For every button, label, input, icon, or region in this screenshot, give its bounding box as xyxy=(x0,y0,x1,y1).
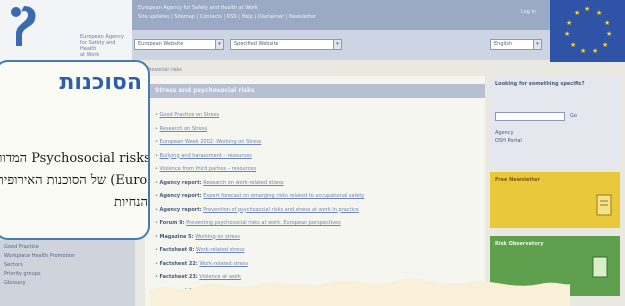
list-item-link[interactable]: European Week 2002: Working on Stress xyxy=(160,139,262,145)
list-item[interactable]: • Forum 9: Preventing psychosocial risks… xyxy=(155,220,341,226)
list-item-link[interactable]: Prevention of psychosocial risks and str… xyxy=(203,207,358,213)
newsletter-box[interactable]: Free Newsletter xyxy=(490,172,620,228)
newsletter-icon xyxy=(596,194,612,216)
list-item-link[interactable]: Preventing psychosocial risks at work: E… xyxy=(186,220,340,226)
site-selector-bar: European Website ▾ Specified Website ▾ Eng… xyxy=(132,30,550,60)
agency-logo-text: European Agency for Safety and Health at… xyxy=(80,34,124,58)
search-box: Looking for something specific? Go Agenc… xyxy=(490,76,620,168)
callout-line-2: של הסוכנות האירופית (EuroOSHA) מ xyxy=(0,173,148,188)
top-bar: European Agency for Safety and Health at… xyxy=(132,0,550,30)
newsletter-title: Free Newsletter xyxy=(495,177,540,183)
list-item-link[interactable]: Work-related stress xyxy=(199,261,248,267)
list-item-link[interactable]: Violence from third parties – resources xyxy=(160,166,257,172)
callout-title: הסוכנות xyxy=(59,70,142,95)
list-item-prefix: Magazine 5: xyxy=(159,233,194,240)
chevron-down-icon: ▾ xyxy=(215,40,223,49)
search-box-title: Looking for something specific? xyxy=(495,81,585,87)
eu-flag: ★ ★ ★ ★ ★ ★ ★ ★ ★ ★ ★ xyxy=(550,0,625,62)
list-item[interactable]: • Agency report: Prevention of psychosoc… xyxy=(155,207,359,213)
list-item-prefix: Agency report: xyxy=(159,179,202,186)
section-select[interactable]: Specified Website ▾ xyxy=(230,39,342,50)
list-item[interactable]: • Factsheet 8: Work-related stress xyxy=(155,247,244,253)
nav-item-workplace-health[interactable]: Workplace Health Promotion xyxy=(4,253,75,259)
risk-observatory-title: Risk Observatory xyxy=(495,241,544,247)
list-item-link[interactable]: Research on Stress xyxy=(160,126,208,132)
list-item[interactable]: • Magazine 5: Working on stress xyxy=(155,234,240,240)
list-item-link[interactable]: Work-related stress xyxy=(196,247,245,253)
callout-line-1: המדור Psychosocial risks xyxy=(0,151,150,166)
list-item-link[interactable]: Bullying and harassment – resources xyxy=(160,153,252,159)
list-item[interactable]: • Agency report: Research on work-relate… xyxy=(155,180,284,186)
list-item-prefix: Factsheet 22: xyxy=(159,260,198,267)
list-item[interactable]: • Factsheet 22: Work-related stress xyxy=(155,261,248,267)
search-option-portal[interactable]: OSH Portal xyxy=(495,138,522,144)
nav-item-sectors[interactable]: Sectors xyxy=(4,262,23,268)
top-links[interactable]: Site updates | Sitemap | Contacts | RSS … xyxy=(138,14,316,20)
site-title: European Agency for Safety and Health at… xyxy=(138,5,258,11)
list-item-prefix: Agency report: xyxy=(159,206,202,213)
search-input[interactable] xyxy=(495,112,565,121)
list-item[interactable]: • Violence from third parties – resource… xyxy=(155,166,256,172)
list-item-prefix: Agency report: xyxy=(159,193,202,199)
section-heading: Stress and psychosocial risks xyxy=(145,84,485,98)
document-icon xyxy=(592,256,608,278)
hebrew-callout: הסוכנות המדור Psychosocial risks של הסוכ… xyxy=(0,60,150,240)
list-item[interactable]: • European Week 2002: Working on Stress xyxy=(155,139,261,145)
list-item[interactable]: • Research on Stress xyxy=(155,126,207,132)
list-item-link[interactable]: Working on stress xyxy=(195,234,240,240)
list-item-link[interactable]: Expert forecast on emerging risks relate… xyxy=(203,193,364,199)
list-item[interactable]: • Good Practice on Stress xyxy=(155,112,219,118)
agency-logo-area[interactable]: European Agency for Safety and Health at… xyxy=(0,0,132,62)
search-go-button[interactable]: Go xyxy=(570,113,577,119)
nav-item-priority-groups[interactable]: Priority groups xyxy=(4,271,41,277)
left-nav-lower-box: Good Practice Workplace Health Promotion… xyxy=(0,240,135,306)
list-item-link[interactable]: Good Practice on Stress xyxy=(160,112,220,118)
list-item[interactable]: • Agency report: Expert forecast on emer… xyxy=(155,193,364,199)
nav-item-glossary[interactable]: Glossary xyxy=(4,280,26,286)
nav-item-good-practice[interactable]: Good Practice xyxy=(4,244,39,250)
language-select[interactable]: English ▾ xyxy=(490,39,542,50)
torn-paper-edge xyxy=(150,278,570,306)
list-item[interactable]: • Bullying and harassment – resources xyxy=(155,153,252,159)
list-item-link[interactable]: Research on work-related stress xyxy=(203,180,283,186)
list-item-prefix: Forum 9: xyxy=(159,220,185,226)
agency-logo-icon xyxy=(11,6,36,46)
list-item-prefix: Factsheet 8: xyxy=(159,247,195,253)
website-select[interactable]: European Website ▾ xyxy=(134,39,224,50)
chevron-down-icon: ▾ xyxy=(533,40,541,49)
chevron-down-icon: ▾ xyxy=(333,40,341,49)
callout-line-3: הנחיות xyxy=(113,195,148,210)
search-option-agency[interactable]: Agency xyxy=(495,130,514,136)
login-link[interactable]: Log in xyxy=(521,9,536,15)
